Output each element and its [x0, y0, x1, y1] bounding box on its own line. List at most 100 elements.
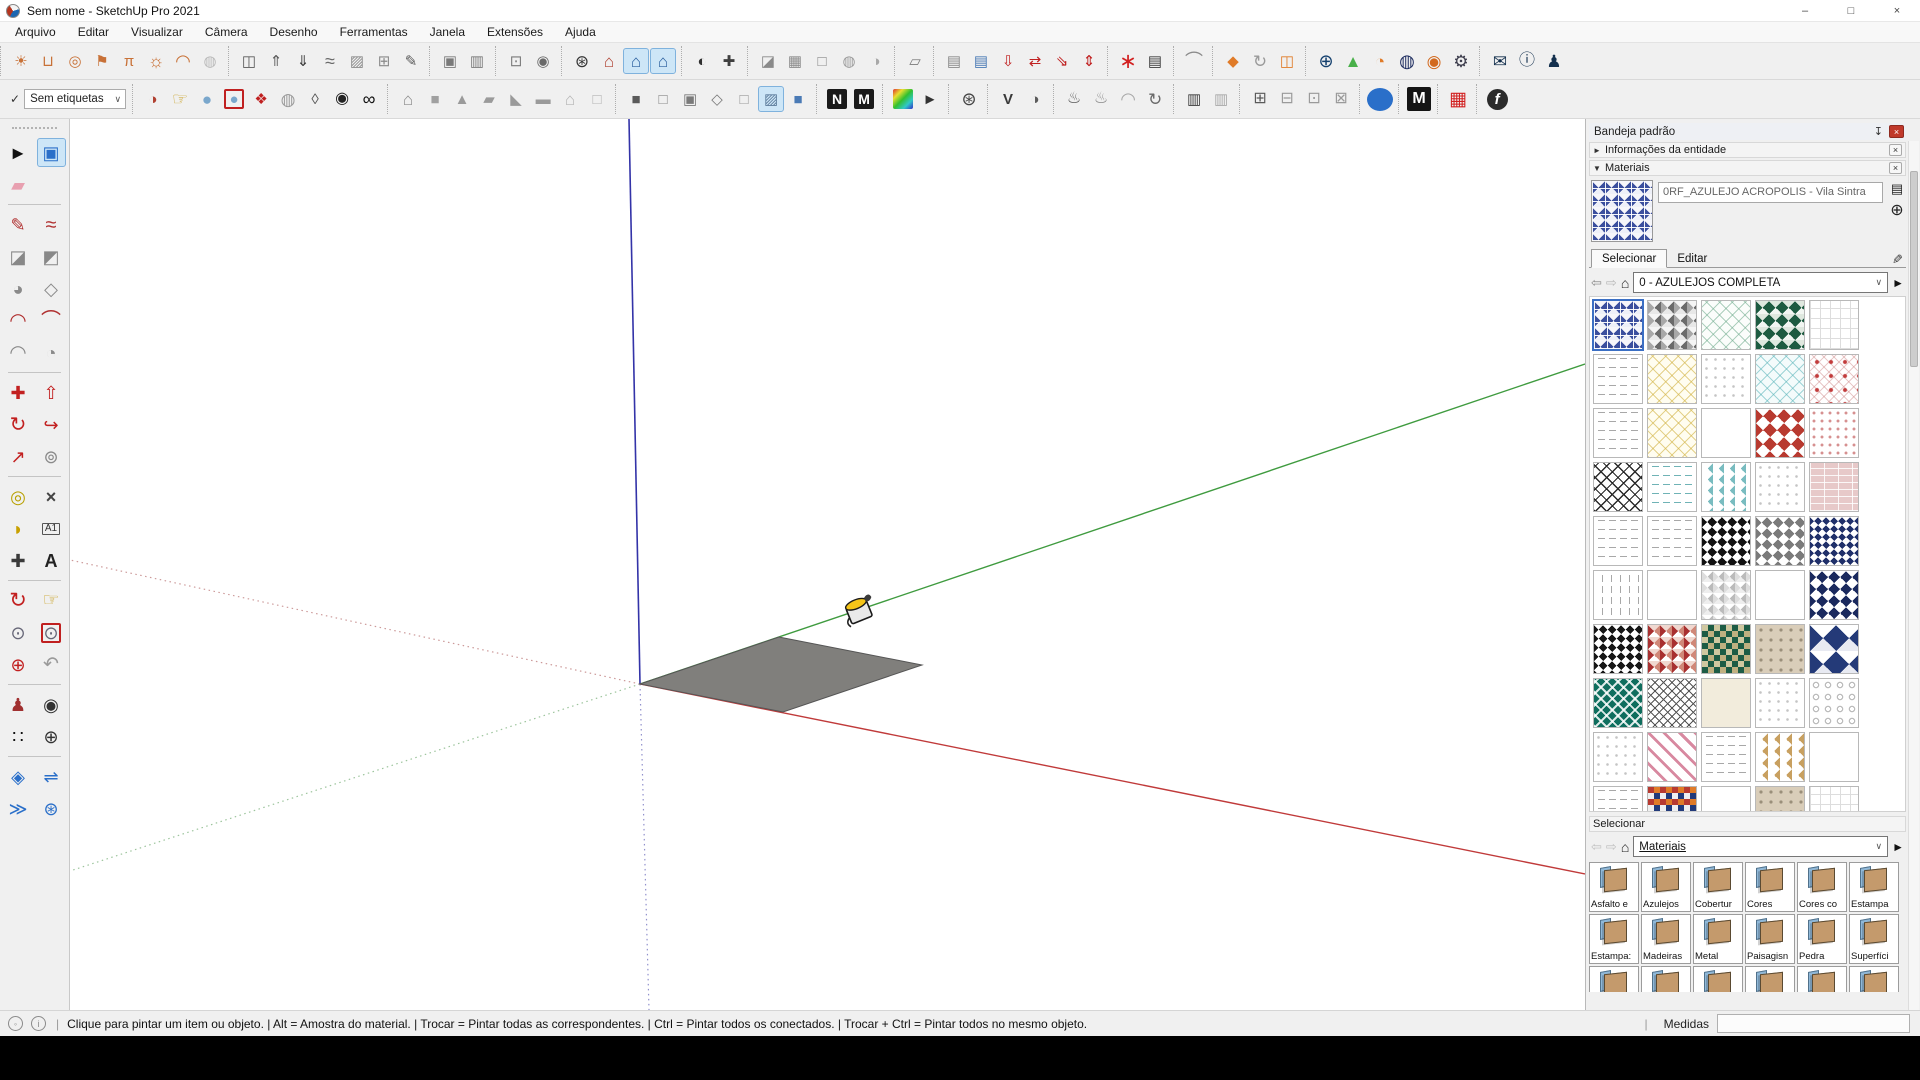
- move-tool-button[interactable]: ✚: [4, 378, 33, 407]
- shadow-sphere-button[interactable]: ◐: [689, 48, 715, 74]
- texture-diagonal-button[interactable]: ⇘: [1049, 48, 1075, 74]
- flag-tool-button[interactable]: ⚑: [89, 48, 115, 74]
- look-around-tool-button[interactable]: ◉: [37, 690, 66, 719]
- sync-refresh-button[interactable]: ↻: [1247, 48, 1273, 74]
- binoculars-tool-button[interactable]: ∞: [356, 86, 382, 112]
- selection-cubes-tool-button[interactable]: ▣: [37, 138, 66, 167]
- dome-light-button[interactable]: ◠: [1115, 86, 1141, 112]
- material-swatch-lat-yellow[interactable]: [1647, 408, 1697, 458]
- material-swatch-plain[interactable]: [1809, 732, 1859, 782]
- info-f-button[interactable]: f: [1484, 86, 1510, 112]
- panes-tool-button[interactable]: ⊞: [371, 48, 397, 74]
- vray-logo-button[interactable]: V: [995, 86, 1021, 112]
- render-machine-button[interactable]: ▥: [1181, 86, 1207, 112]
- material-folder-coresco[interactable]: Cores co: [1797, 862, 1847, 912]
- layout-document-button[interactable]: ☀: [8, 48, 34, 74]
- extension-cube-tool-button[interactable]: ◈: [4, 762, 33, 791]
- orbit-sync-button[interactable]: ↻: [1142, 86, 1168, 112]
- shape-box-button[interactable]: ■: [422, 86, 448, 112]
- material-folder[interactable]: [1641, 966, 1691, 992]
- arc-bend-button[interactable]: ⌒: [1181, 48, 1207, 74]
- maximize-button[interactable]: □: [1828, 0, 1874, 22]
- paste-array-button[interactable]: ▥: [464, 48, 490, 74]
- select-tool-button[interactable]: ►: [4, 138, 33, 167]
- viewport-canvas[interactable]: [70, 119, 1585, 1010]
- materials-close-button[interactable]: ×: [1889, 162, 1902, 174]
- sphere-swirl-button[interactable]: ◍: [275, 86, 301, 112]
- tray-close-button[interactable]: ×: [1889, 125, 1904, 138]
- checklist-button[interactable]: ▤: [1142, 48, 1168, 74]
- material-swatch-tri-aqua[interactable]: [1701, 462, 1751, 512]
- material-folder[interactable]: [1693, 966, 1743, 992]
- material-name-field[interactable]: 0RF_AZULEJO ACROPOLIS - Vila Sintra: [1658, 182, 1883, 203]
- drop-tool-button[interactable]: ◉: [1421, 48, 1447, 74]
- home-icon[interactable]: ⌂: [1621, 840, 1629, 854]
- material-swatch-dots[interactable]: [1593, 732, 1643, 782]
- line-tool-button[interactable]: ✎: [4, 210, 33, 239]
- entity-info-section-header[interactable]: ► Informações da entidade ×: [1589, 142, 1906, 158]
- follow-me-tool-button[interactable]: ↪: [37, 410, 66, 439]
- navigation-compass-tool-button[interactable]: ⊕: [37, 722, 66, 751]
- checker-globe-button[interactable]: ◍: [1394, 48, 1420, 74]
- material-swatch-dash-aqua[interactable]: [1647, 462, 1697, 512]
- arc-tool-button[interactable]: ◠: [4, 306, 33, 335]
- material-swatch-bow-black[interactable]: [1701, 516, 1751, 566]
- material-swatch-lat-yellow[interactable]: [1647, 354, 1697, 404]
- entity-info-close-button[interactable]: ×: [1889, 144, 1902, 156]
- materials-section-header[interactable]: ▼ Materiais ×: [1589, 160, 1906, 176]
- material-swatch-check-green[interactable]: [1701, 624, 1751, 674]
- material-swatch-rings[interactable]: [1809, 678, 1859, 728]
- pivot-tool-button[interactable]: ✚: [716, 48, 742, 74]
- texture-page-button[interactable]: ▤: [941, 48, 967, 74]
- material-swatch-dots[interactable]: [1755, 462, 1805, 512]
- material-swatch-grid-shade[interactable]: [1701, 570, 1751, 620]
- style-shaded-button[interactable]: ◍: [836, 48, 862, 74]
- iso-view-house-button[interactable]: ⌂: [596, 48, 622, 74]
- window-lock-button[interactable]: ⊠: [1328, 86, 1354, 112]
- rectangle-tool-button[interactable]: ◪: [4, 242, 33, 271]
- shape-box-outline-button[interactable]: □: [584, 86, 610, 112]
- sphere-arrows-button[interactable]: ❖: [248, 86, 274, 112]
- texture-swap-button[interactable]: ⇄: [1022, 48, 1048, 74]
- enscape-orb-button[interactable]: [1367, 86, 1393, 112]
- zoom-extents-tool-button[interactable]: ⊕: [4, 650, 33, 679]
- material-swatch-dots[interactable]: [1701, 354, 1751, 404]
- material-swatch-tri-navy-sm[interactable]: [1809, 516, 1859, 566]
- window-frame-button[interactable]: ⊞: [1247, 86, 1273, 112]
- material-swatch-dash-v[interactable]: [1593, 570, 1643, 620]
- connect-diamond-button[interactable]: ◆: [1220, 48, 1246, 74]
- side-view-house-button[interactable]: ⌂: [650, 48, 676, 74]
- scale-tool-button[interactable]: ↗: [4, 442, 33, 471]
- settings-gears-button[interactable]: ⚙: [1448, 48, 1474, 74]
- display-secondary-pane-icon[interactable]: ▤: [1891, 182, 1903, 195]
- vray-palette-button[interactable]: ◑: [1022, 86, 1048, 112]
- sample-glove-button[interactable]: ☞: [167, 86, 193, 112]
- tab-editar[interactable]: Editar: [1667, 250, 1717, 267]
- front-view-house-button[interactable]: ⌂: [623, 48, 649, 74]
- material-folder[interactable]: [1745, 966, 1795, 992]
- texture-updown-button[interactable]: ⇕: [1076, 48, 1102, 74]
- walkthrough-eye-button[interactable]: ◉: [530, 48, 556, 74]
- material-swatch-pyr[interactable]: [1647, 300, 1697, 350]
- material-folder[interactable]: [1797, 966, 1847, 992]
- material-swatch-plain[interactable]: [1755, 570, 1805, 620]
- material-swatch-motif-tan[interactable]: [1755, 786, 1805, 812]
- position-camera-tool-button[interactable]: ♟: [4, 690, 33, 719]
- material-swatch-tri-pinkmix[interactable]: [1647, 624, 1697, 674]
- eye-tool-button[interactable]: ◉: [329, 86, 355, 112]
- box-import-down-button[interactable]: ⇓: [290, 48, 316, 74]
- material-swatch-motif-red[interactable]: [1809, 354, 1859, 404]
- create-material-icon[interactable]: ⊕: [1890, 203, 1903, 219]
- expand-arrow-icon[interactable]: ►: [1593, 146, 1605, 155]
- sphere-cage-button[interactable]: ◍: [197, 48, 223, 74]
- shape-roof-button[interactable]: ▲: [449, 86, 475, 112]
- render-machine-alt-button[interactable]: ▥: [1208, 86, 1234, 112]
- texture-page-blue-button[interactable]: ▤: [968, 48, 994, 74]
- extension-flip-tool-button[interactable]: ⇌: [37, 762, 66, 791]
- walk-tool-button[interactable]: ∷: [4, 722, 33, 751]
- material-swatch-plain[interactable]: [1647, 570, 1697, 620]
- stool-tool-button[interactable]: π: [116, 48, 142, 74]
- material-folder-paisagisn[interactable]: Paisagisn: [1745, 914, 1795, 964]
- material-swatch-diag-navy[interactable]: [1809, 624, 1859, 674]
- m-black-large-button[interactable]: M: [1406, 86, 1432, 112]
